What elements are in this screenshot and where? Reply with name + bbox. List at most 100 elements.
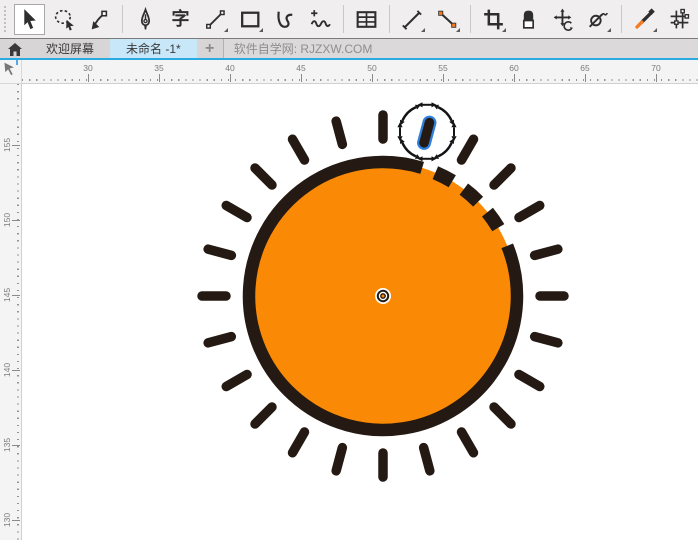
toolbar-separator <box>389 5 390 33</box>
sun-ray[interactable] <box>489 402 516 429</box>
sun-ray[interactable] <box>529 331 563 348</box>
ruler-tick <box>159 74 160 82</box>
freehand-pick-tool-button[interactable] <box>49 4 80 35</box>
rotation-handle[interactable] <box>437 106 453 122</box>
rotation-handle[interactable] <box>401 106 417 122</box>
sun-ray[interactable] <box>456 134 479 165</box>
document-tab-bar: 欢迎屏幕 未命名 -1* + 软件自学网: RJZXW.COM <box>0 38 698 60</box>
sun-ray[interactable] <box>221 200 252 223</box>
flyout-arrow <box>502 27 506 32</box>
rotation-handle[interactable] <box>437 142 453 158</box>
ruler-number: 130 <box>2 512 12 528</box>
eraser-icon <box>522 10 535 29</box>
flyout-arrow <box>653 27 657 32</box>
ruler-number: 50 <box>367 63 377 73</box>
ruler-number: 40 <box>225 63 235 73</box>
text-tool-button[interactable]: 字 <box>165 4 196 35</box>
artistic-media-icon <box>310 9 331 27</box>
rectangle-tool-button[interactable] <box>235 4 266 35</box>
table-tool-button[interactable] <box>351 4 382 35</box>
shape-icon <box>91 10 108 29</box>
sun-ray[interactable] <box>287 134 310 165</box>
ruler-tick <box>12 520 20 521</box>
ruler-tick <box>12 295 20 296</box>
dimension-tool-button[interactable] <box>397 4 428 35</box>
sun-ray[interactable] <box>489 163 516 190</box>
curve-icon <box>277 11 293 28</box>
selected-ray[interactable] <box>419 117 435 148</box>
rotation-handle[interactable] <box>401 142 417 158</box>
ruler-number: 150 <box>2 212 12 228</box>
sun-ray[interactable] <box>203 331 237 348</box>
sun-ray[interactable] <box>418 442 435 476</box>
pick-tool-button[interactable] <box>14 3 45 35</box>
eyedropper-tool-button[interactable] <box>629 4 660 35</box>
tab-welcome-screen[interactable]: 欢迎屏幕 <box>30 39 110 60</box>
ruler-tick <box>585 74 586 82</box>
pen-icon <box>140 6 151 29</box>
free-transform-tool-button[interactable] <box>548 4 579 35</box>
home-icon <box>8 43 22 56</box>
sun-ray[interactable] <box>529 244 563 261</box>
sun-ray[interactable] <box>456 427 479 458</box>
ruler-number: 35 <box>154 63 164 73</box>
toolbar-grip[interactable] <box>2 4 8 34</box>
flyout-arrow <box>421 27 425 32</box>
ruler-tick <box>88 74 89 82</box>
pen-tool-button[interactable] <box>130 4 161 35</box>
sun-ray[interactable] <box>331 442 348 476</box>
toolbar-separator <box>122 5 123 33</box>
flyout-arrow <box>607 27 611 32</box>
watermark-text: 软件自学网: RJZXW.COM <box>222 39 698 60</box>
toolbar-separator <box>343 5 344 33</box>
sun-ray[interactable] <box>514 200 545 223</box>
distort-tool-button[interactable] <box>583 4 614 35</box>
vertical-ruler[interactable]: 155 150 145 140 135 130 <box>0 84 22 540</box>
rotation-center-marker[interactable] <box>381 294 385 298</box>
tab-untitled-label: 未命名 -1* <box>126 42 181 56</box>
new-document-button[interactable]: + <box>197 39 223 60</box>
ruler-tick <box>372 74 373 82</box>
tab-untitled-document[interactable]: 未命名 -1* <box>110 39 197 60</box>
ruler-number: 145 <box>2 287 12 303</box>
ruler-tick <box>656 74 657 82</box>
sun-ray[interactable] <box>250 163 277 190</box>
ruler-tick <box>12 220 20 221</box>
table-icon <box>356 10 377 28</box>
ruler-number: 30 <box>83 63 93 73</box>
flyout-arrow <box>224 27 228 32</box>
line-tool-button[interactable] <box>200 4 231 35</box>
mesh-fill-tool-button[interactable] <box>664 4 695 35</box>
ruler-number: 135 <box>2 437 12 453</box>
curve-tool-button[interactable] <box>270 4 301 35</box>
shape-tool-button[interactable] <box>84 4 115 35</box>
ruler-tick <box>12 445 20 446</box>
sun-ray[interactable] <box>514 369 545 392</box>
eraser-tool-button[interactable] <box>513 4 544 35</box>
ruler-number: 45 <box>296 63 306 73</box>
text-icon: 字 <box>171 9 190 29</box>
mesh-fill-icon <box>670 8 690 28</box>
sun-ray[interactable] <box>221 369 252 392</box>
horizontal-ruler[interactable]: 30 35 40 45 50 55 60 65 70 <box>22 60 698 84</box>
connector-tool-button[interactable] <box>432 4 463 35</box>
ruler-tick <box>514 74 515 82</box>
sun-ray[interactable] <box>331 116 348 150</box>
sun-ray[interactable] <box>203 244 237 261</box>
toolbar-separator <box>621 5 622 33</box>
ruler-tick <box>301 74 302 82</box>
pick-icon <box>24 8 36 29</box>
home-tab-button[interactable] <box>0 39 30 60</box>
toolbox: 字 <box>0 0 698 38</box>
ruler-tick <box>230 74 231 82</box>
freehand-pick-icon <box>54 9 74 31</box>
ruler-number: 60 <box>509 63 519 73</box>
sun-ray[interactable] <box>287 427 310 458</box>
ruler-number: 140 <box>2 362 12 378</box>
crop-tool-button[interactable] <box>478 4 509 35</box>
drawing-canvas[interactable] <box>22 84 698 540</box>
sun-ray[interactable] <box>250 402 277 429</box>
ruler-tick <box>12 145 20 146</box>
toolbar-separator <box>470 5 471 33</box>
artistic-media-tool-button[interactable] <box>305 4 336 35</box>
